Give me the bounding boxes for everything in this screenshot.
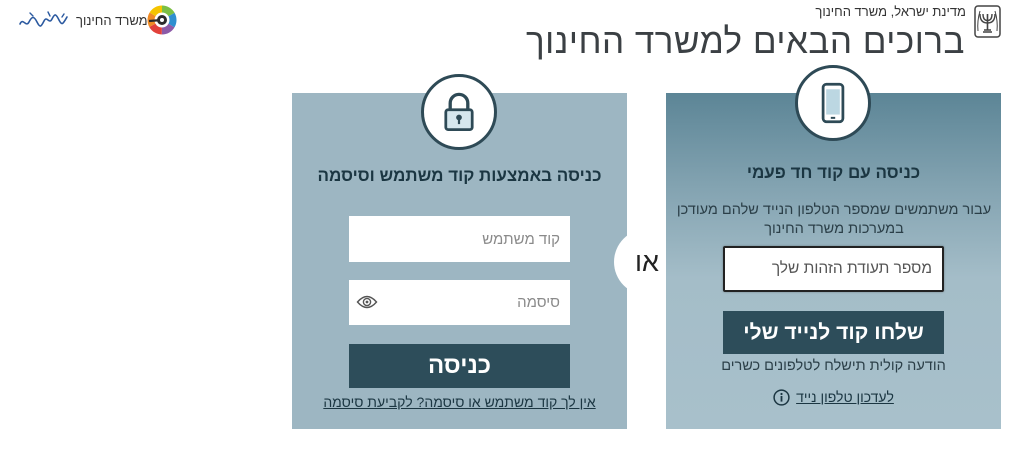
password-field [349, 280, 570, 325]
info-icon[interactable] [773, 388, 790, 406]
update-phone-row: לעדכון טלפון נייד [666, 388, 1001, 406]
page-title: ברוכים הבאים למשרד החינוך [525, 22, 965, 61]
voice-message-note: הודעה קולית תישלח לטלפונים כשרים [721, 358, 946, 374]
lock-icon [421, 74, 497, 150]
gov-label: מדינת ישראל, משרד החינוך [815, 4, 966, 19]
password-input[interactable] [349, 280, 570, 325]
reset-password-link[interactable]: אין לך קוד משתמש או סיסמה? לקביעת סיסמה [292, 394, 627, 410]
send-code-button[interactable]: שלחו קוד לנייד שלי [723, 311, 944, 354]
username-input[interactable] [349, 216, 570, 262]
ministry-logo-label: משרד החינוך [76, 13, 148, 28]
login-button[interactable]: כניסה [349, 344, 570, 388]
slogan-script-logo [18, 8, 72, 32]
ministry-logo[interactable]: משרד החינוך [18, 4, 180, 36]
update-phone-link[interactable]: לעדכון טלפון נייד [796, 389, 894, 405]
password-login-heading: כניסה באמצעות קוד משתמש וסיסמה [317, 166, 602, 185]
id-number-input[interactable] [723, 246, 944, 292]
otp-description: עבור משתמשים שמספר הטלפון הנייד שלהם מעו… [676, 202, 992, 237]
otp-login-heading: כניסה עם קוד חד פעמי [746, 163, 921, 182]
smartphone-icon [795, 65, 871, 141]
state-emblem-icon[interactable] [974, 5, 1001, 38]
ministry-logo-icon [147, 5, 177, 35]
eye-icon[interactable] [356, 294, 378, 310]
